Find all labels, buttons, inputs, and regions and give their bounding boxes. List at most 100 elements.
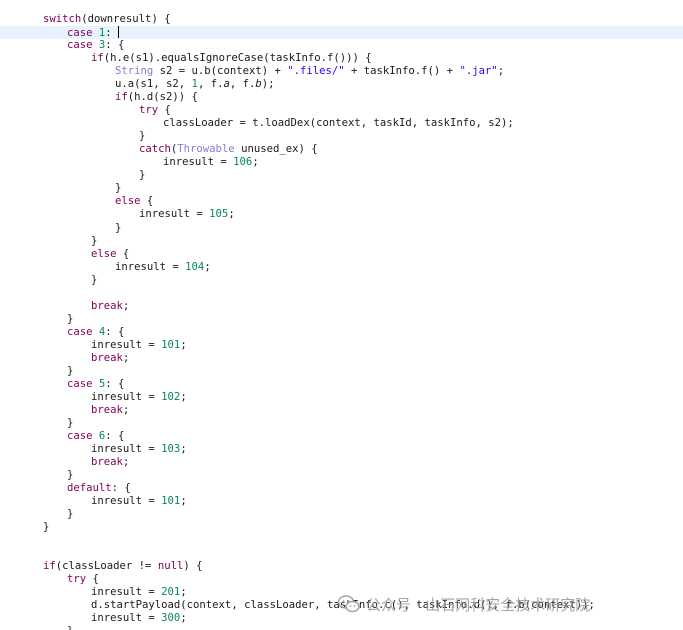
code-line[interactable]: }: [0, 365, 683, 378]
code-token: Throwable: [177, 143, 235, 156]
code-token: u.a(s1, s2,: [115, 78, 192, 91]
code-line[interactable]: inresult = 104;: [0, 261, 683, 274]
code-line[interactable]: switch(downresult) {: [0, 13, 683, 26]
code-token: ) {: [183, 560, 203, 573]
code-line[interactable]: case 5: {: [0, 378, 683, 391]
code-line[interactable]: case 1:: [0, 26, 683, 39]
code-line[interactable]: }: [0, 274, 683, 287]
code-line[interactable]: }: [0, 417, 683, 430]
code-token: if: [115, 91, 128, 104]
code-token: (downresult) {: [81, 13, 171, 25]
code-token: 300: [161, 612, 181, 625]
code-token: ;: [180, 390, 187, 403]
code-token: }: [139, 169, 146, 182]
code-line[interactable]: inresult = 106;: [0, 156, 683, 169]
code-token: }: [67, 312, 74, 325]
code-line[interactable]: try {: [0, 104, 683, 117]
code-line[interactable]: }: [0, 508, 683, 521]
code-token: if: [91, 52, 104, 65]
code-token: inresult =: [91, 443, 162, 455]
code-token: ;: [180, 338, 187, 351]
code-token: 101: [161, 495, 181, 508]
code-token: inresult =: [91, 390, 162, 403]
code-editor[interactable]: switch(downresult) {case 1: case 3: {if(…: [0, 0, 683, 630]
code-token: (h.e(s1).equalsIgnoreCase(taskInfo.f()))…: [103, 52, 372, 65]
code-line[interactable]: case 4: {: [0, 326, 683, 339]
code-line[interactable]: String s2 = u.b(context) + ".files/" + t…: [0, 65, 683, 78]
code-line[interactable]: inresult = 105;: [0, 208, 683, 221]
code-token: }: [139, 130, 146, 143]
code-line[interactable]: break;: [0, 404, 683, 417]
code-line[interactable]: if(h.e(s1).equalsIgnoreCase(taskInfo.f()…: [0, 52, 683, 65]
code-token: switch: [43, 13, 82, 25]
code-line[interactable]: else {: [0, 195, 683, 208]
code-token: ;: [497, 65, 505, 78]
code-token: (h.d(s2)) {: [127, 91, 198, 104]
code-token: ;: [180, 495, 187, 508]
code-line[interactable]: break;: [0, 300, 683, 313]
code-token: }: [91, 234, 98, 247]
code-token: inresult =: [115, 260, 186, 273]
code-token: classLoader = t.loadDex(context, taskId,…: [163, 117, 514, 130]
code-token: 106: [233, 156, 253, 169]
code-line[interactable]: break;: [0, 456, 683, 469]
code-token: ;: [122, 351, 130, 364]
code-line[interactable]: classLoader = t.loadDex(context, taskId,…: [0, 117, 683, 130]
code-token: : {: [105, 325, 125, 338]
code-line[interactable]: inresult = 103;: [0, 443, 683, 456]
code-line[interactable]: u.a(s1, s2, 1, f.a, f.b);: [0, 78, 683, 91]
code-token: + taskInfo.f() +: [344, 65, 460, 78]
code-line[interactable]: }: [0, 235, 683, 248]
code-token: }: [67, 364, 74, 377]
code-token: inresult =: [163, 156, 234, 169]
text-cursor: [118, 26, 120, 38]
code-token: {: [86, 573, 99, 586]
code-line[interactable]: [0, 287, 683, 300]
watermark-text: 公众号 · 山石网科安全技术研究院: [366, 595, 591, 614]
code-line[interactable]: }: [0, 313, 683, 326]
code-token: }: [43, 521, 50, 534]
code-token: case: [67, 377, 93, 390]
code-token: , f.: [229, 78, 256, 91]
code-token: else: [115, 195, 141, 208]
code-token: }: [67, 508, 74, 521]
code-line[interactable]: }: [0, 625, 683, 630]
code-token: default: [67, 482, 112, 495]
code-line[interactable]: try {: [0, 573, 683, 586]
code-line[interactable]: inresult = 101;: [0, 495, 683, 508]
code-token: case: [67, 39, 93, 52]
code-token: break: [91, 299, 123, 312]
code-line[interactable]: default: {: [0, 482, 683, 495]
code-line[interactable]: inresult = 101;: [0, 339, 683, 352]
code-line[interactable]: [0, 547, 683, 560]
code-line[interactable]: }: [0, 222, 683, 235]
code-line[interactable]: break;: [0, 352, 683, 365]
code-token: {: [158, 104, 171, 117]
code-token: break: [91, 456, 123, 468]
code-line[interactable]: inresult = 102;: [0, 391, 683, 404]
code-line[interactable]: if(classLoader != null) {: [0, 560, 683, 573]
code-line[interactable]: case 3: {: [0, 39, 683, 52]
code-line[interactable]: }: [0, 169, 683, 182]
code-token: inresult =: [91, 338, 162, 351]
code-token: String: [115, 65, 154, 78]
code-token: ;: [180, 443, 187, 455]
code-token: : {: [105, 430, 125, 442]
code-line[interactable]: catch(Throwable unused_ex) {: [0, 143, 683, 156]
code-line[interactable]: }: [0, 469, 683, 482]
code-line[interactable]: case 6: {: [0, 430, 683, 443]
code-line[interactable]: else {: [0, 248, 683, 261]
code-token: 105: [209, 208, 229, 221]
code-line[interactable]: if(h.d(s2)) {: [0, 91, 683, 104]
code-token: : {: [111, 482, 131, 495]
code-token: }: [67, 625, 73, 630]
code-token: break: [91, 351, 123, 364]
code-token: :: [105, 27, 119, 39]
code-line[interactable]: [0, 534, 683, 547]
code-token: 103: [161, 443, 181, 455]
code-line[interactable]: }: [0, 182, 683, 195]
code-line[interactable]: }: [0, 521, 683, 534]
code-token: inresult =: [139, 208, 210, 221]
code-token: inresult =: [91, 586, 162, 599]
code-line[interactable]: }: [0, 130, 683, 143]
